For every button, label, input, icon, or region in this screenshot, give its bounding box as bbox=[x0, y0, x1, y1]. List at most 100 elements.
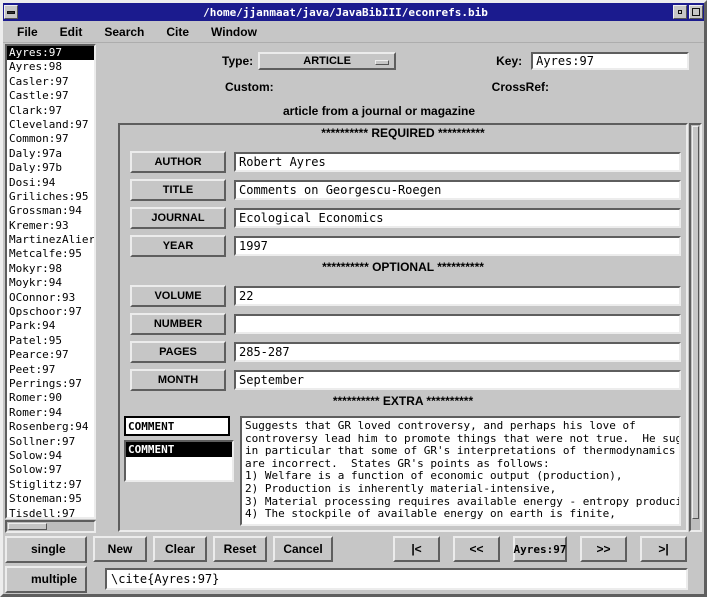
list-item[interactable]: OConnor:93 bbox=[7, 291, 94, 305]
extra-row: COMMENT Suggests that GR loved controver… bbox=[120, 416, 686, 530]
list-item[interactable]: Park:94 bbox=[7, 319, 94, 333]
list-item[interactable]: Opschoor:97 bbox=[7, 305, 94, 319]
list-item[interactable]: Cleveland:97 bbox=[7, 118, 94, 132]
list-item[interactable]: Peet:97 bbox=[7, 363, 94, 377]
main-vscrollbar[interactable] bbox=[689, 123, 702, 532]
menubar: File Edit Search Cite Window bbox=[3, 21, 704, 43]
sidebar-hscrollbar[interactable] bbox=[5, 520, 96, 533]
sidebar-hscrollbar-thumb[interactable] bbox=[8, 523, 47, 530]
sidebar: Ayres:97 Ayres:98 Casler:97 Castle:97 Cl… bbox=[3, 43, 97, 534]
author-field[interactable] bbox=[234, 152, 681, 172]
extra-field-list[interactable]: COMMENT bbox=[124, 440, 234, 482]
list-item[interactable]: Daly:97a bbox=[7, 147, 94, 161]
menu-item-file[interactable]: File bbox=[17, 25, 38, 39]
field-row: JOURNAL bbox=[120, 204, 686, 232]
list-item[interactable]: Stoneman:95 bbox=[7, 492, 94, 506]
required-section-header: ********** REQUIRED ********** bbox=[120, 126, 686, 148]
list-item[interactable]: Solow:97 bbox=[7, 463, 94, 477]
window-menu-glyph-icon bbox=[7, 11, 15, 14]
clear-button[interactable]: Clear bbox=[153, 536, 207, 562]
menu-item-search[interactable]: Search bbox=[104, 25, 144, 39]
nav-last-button[interactable]: >| bbox=[640, 536, 687, 562]
titlebar: /home/jjanmaat/java/JavaBibIII/econrefs.… bbox=[3, 3, 704, 21]
nav-next-button[interactable]: >> bbox=[580, 536, 627, 562]
list-item[interactable]: Ayres:98 bbox=[7, 60, 94, 74]
field-row: NUMBER bbox=[120, 310, 686, 338]
list-item[interactable]: Grossman:94 bbox=[7, 204, 94, 218]
number-label: NUMBER bbox=[130, 313, 226, 335]
optional-section-header: ********** OPTIONAL ********** bbox=[120, 260, 686, 282]
nav-first-button[interactable]: |< bbox=[393, 536, 440, 562]
maximize-glyph-icon bbox=[692, 8, 700, 16]
single-mode-button[interactable]: single bbox=[5, 536, 87, 563]
extra-field-name-input[interactable] bbox=[124, 416, 230, 436]
multiple-mode-button[interactable]: multiple bbox=[5, 566, 87, 593]
list-item[interactable]: Metcalfe:95 bbox=[7, 247, 94, 261]
extra-field-column: COMMENT bbox=[124, 416, 234, 526]
list-item[interactable]: Rosenberg:94 bbox=[7, 420, 94, 434]
list-item[interactable]: Solow:94 bbox=[7, 449, 94, 463]
year-field[interactable] bbox=[234, 236, 681, 256]
extra-section-header: ********** EXTRA ********** bbox=[120, 394, 686, 416]
list-item[interactable]: Stiglitz:97 bbox=[7, 478, 94, 492]
action-bar: single New Clear Reset Cancel |< << Ayre… bbox=[3, 534, 704, 564]
list-item[interactable]: Castle:97 bbox=[7, 89, 94, 103]
window-menu-icon[interactable] bbox=[4, 5, 18, 19]
menu-item-window[interactable]: Window bbox=[211, 25, 257, 39]
main-area: Type: ARTICLE Key: Custom: CrossRef: art… bbox=[97, 43, 704, 534]
year-label: YEAR bbox=[130, 235, 226, 257]
list-item[interactable]: Griliches:95 bbox=[7, 190, 94, 204]
cite-input[interactable] bbox=[105, 568, 688, 590]
list-item[interactable]: Tisdell:97 bbox=[7, 507, 94, 520]
list-item[interactable]: Perrings:97 bbox=[7, 377, 94, 391]
maximize-icon[interactable] bbox=[689, 5, 703, 19]
app-window: /home/jjanmaat/java/JavaBibIII/econrefs.… bbox=[0, 0, 707, 597]
list-item[interactable]: Moykr:94 bbox=[7, 276, 94, 290]
iconify-glyph-icon bbox=[678, 10, 682, 14]
list-item[interactable]: Mokyr:98 bbox=[7, 262, 94, 276]
menu-item-edit[interactable]: Edit bbox=[60, 25, 83, 39]
nav-prev-button[interactable]: << bbox=[453, 536, 500, 562]
fields-panel: ********** REQUIRED ********** AUTHOR TI… bbox=[118, 123, 688, 532]
type-dropdown[interactable]: ARTICLE bbox=[258, 52, 396, 70]
iconify-icon[interactable] bbox=[673, 5, 687, 19]
volume-field[interactable] bbox=[234, 286, 681, 306]
number-field[interactable] bbox=[234, 314, 681, 334]
list-item[interactable]: Romer:90 bbox=[7, 391, 94, 405]
field-row: TITLE bbox=[120, 176, 686, 204]
new-button[interactable]: New bbox=[93, 536, 147, 562]
list-item[interactable]: Ayres:97 bbox=[7, 46, 94, 60]
author-label: AUTHOR bbox=[130, 151, 226, 173]
list-item[interactable]: Sollner:97 bbox=[7, 435, 94, 449]
top-controls: Type: ARTICLE Key: Custom: CrossRef: art… bbox=[97, 43, 704, 123]
extra-field-list-item[interactable]: COMMENT bbox=[126, 442, 232, 457]
list-item[interactable]: Kremer:93 bbox=[7, 219, 94, 233]
list-item[interactable]: Clark:97 bbox=[7, 104, 94, 118]
citation-list[interactable]: Ayres:97 Ayres:98 Casler:97 Castle:97 Cl… bbox=[5, 44, 96, 519]
custom-label: Custom: bbox=[225, 80, 274, 94]
pages-field[interactable] bbox=[234, 342, 681, 362]
nav-current-button[interactable]: Ayres:97 bbox=[513, 536, 567, 562]
journal-field[interactable] bbox=[234, 208, 681, 228]
field-row: AUTHOR bbox=[120, 148, 686, 176]
comment-textarea[interactable]: Suggests that GR loved controversy, and … bbox=[240, 416, 681, 526]
list-item[interactable]: Daly:97b bbox=[7, 161, 94, 175]
key-input[interactable] bbox=[531, 52, 689, 70]
main-vscrollbar-thumb[interactable] bbox=[692, 126, 699, 519]
list-item[interactable]: MartinezAlier:9 bbox=[7, 233, 94, 247]
cancel-button[interactable]: Cancel bbox=[273, 536, 333, 562]
list-item[interactable]: Romer:94 bbox=[7, 406, 94, 420]
list-item[interactable]: Dosi:94 bbox=[7, 176, 94, 190]
field-row: YEAR bbox=[120, 232, 686, 260]
list-item[interactable]: Pearce:97 bbox=[7, 348, 94, 362]
list-item[interactable]: Patel:95 bbox=[7, 334, 94, 348]
month-field[interactable] bbox=[234, 370, 681, 390]
month-label: MONTH bbox=[130, 369, 226, 391]
list-item[interactable]: Casler:97 bbox=[7, 75, 94, 89]
list-item[interactable]: Common:97 bbox=[7, 132, 94, 146]
menu-item-cite[interactable]: Cite bbox=[166, 25, 189, 39]
title-label: TITLE bbox=[130, 179, 226, 201]
reset-button[interactable]: Reset bbox=[213, 536, 267, 562]
title-field[interactable] bbox=[234, 180, 681, 200]
key-label: Key: bbox=[496, 54, 522, 68]
